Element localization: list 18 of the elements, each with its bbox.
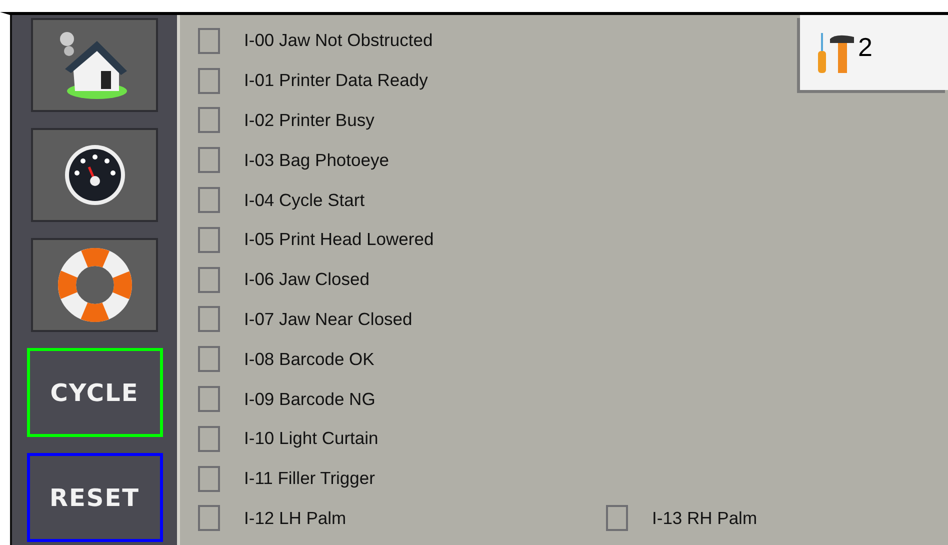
tools-panel[interactable]: 2: [800, 15, 948, 90]
input-label: I-08 Barcode OK: [244, 348, 374, 370]
input-label: I-13 RH Palm: [652, 508, 758, 529]
nav-button[interactable]: CYCLE: [26, 348, 162, 437]
input-label: I-03 Bag Photoeye: [244, 150, 389, 171]
input-label: I-05 Print Head Lowered: [244, 229, 434, 250]
input-label: I-04 Cycle Start: [244, 190, 365, 211]
tools-count: 2: [858, 32, 872, 63]
input-label: I-01 Printer Data Ready: [244, 70, 428, 92]
input-label: I-00 Jaw Not Obstructed: [244, 30, 433, 52]
input-label: I-10 Light Curtain: [244, 428, 378, 450]
input-label: I-06 Jaw Closed: [244, 269, 370, 290]
input-label: I-12 LH Palm: [244, 508, 346, 529]
input-label: I-11 Filler Trigger: [244, 468, 375, 490]
nav-button[interactable]: RESET: [26, 453, 162, 542]
input-label: I-09 Barcode NG: [244, 388, 376, 410]
input-label: I-07 Jaw Near Closed: [244, 308, 412, 330]
input-label: I-02 Printer Busy: [244, 110, 374, 131]
